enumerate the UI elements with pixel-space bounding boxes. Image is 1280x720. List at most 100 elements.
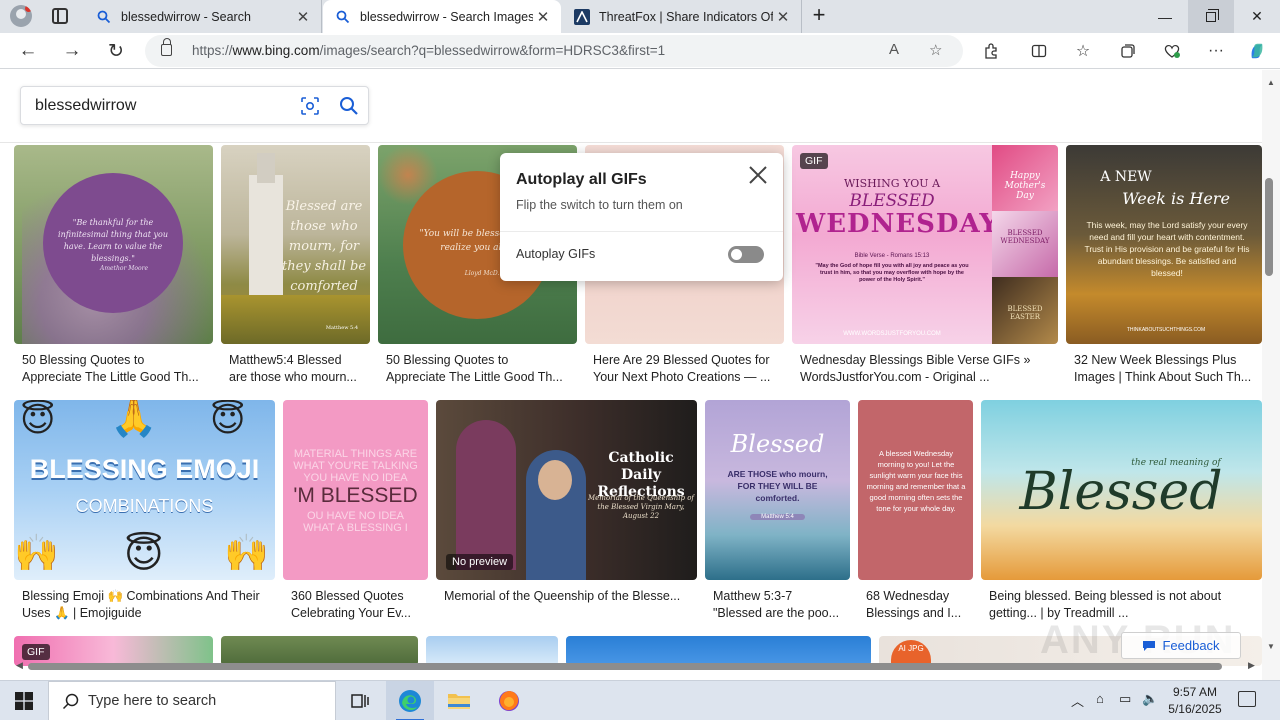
result-thumbnail[interactable]: A NEW Week is Here This week, may the Lo…	[1066, 145, 1262, 344]
tab-bing-search[interactable]: blessedwirrow - Search ✕	[84, 0, 322, 33]
refresh-icon[interactable]: ↻	[103, 38, 129, 64]
tab-close-icon[interactable]: ✕	[293, 8, 313, 26]
thumbnail-ref: Matthew 5:4	[750, 514, 805, 520]
image-result[interactable]: "Be thankful for the infinitesimal thing…	[14, 145, 213, 390]
tab-close-icon[interactable]: ✕	[533, 8, 553, 26]
search-input[interactable]: blessedwirrow	[35, 97, 136, 115]
taskbar-file-explorer-app[interactable]	[435, 681, 483, 720]
taskbar-edge-app[interactable]	[386, 681, 434, 720]
image-result[interactable]: Blessed are those who mourn, for they sh…	[221, 145, 370, 390]
vertical-scrollbar[interactable]: ▲ ▼	[1262, 70, 1280, 680]
read-aloud-icon[interactable]: A	[889, 41, 899, 58]
image-result[interactable]: MATERIAL THINGS ARE WHAT YOU'RE TALKING …	[283, 400, 428, 625]
result-thumbnail[interactable]: Blessed are those who mourn, for they sh…	[221, 145, 370, 344]
autoplay-gifs-toggle[interactable]	[728, 246, 764, 263]
feedback-icon	[1143, 640, 1156, 651]
window-minimize-button[interactable]: —	[1142, 0, 1188, 33]
tab-threatfox[interactable]: ThreatFox | Share Indicators Of Compromi…	[562, 0, 802, 33]
browser-essentials-icon[interactable]	[1163, 42, 1181, 60]
result-caption[interactable]: Matthew5:4 Blessed are those who mourn...	[229, 352, 364, 386]
tab-bing-images[interactable]: blessedwirrow - Search Images ✕	[323, 0, 561, 33]
vertical-scroll-thumb[interactable]	[1265, 178, 1273, 276]
result-thumbnail[interactable]: WISHING YOU A BLESSED WEDNESDAY Bible Ve…	[792, 145, 1058, 344]
taskbar-clock[interactable]: 9:57 AM 5/16/2025	[1160, 684, 1230, 718]
horizontal-scroll-thumb[interactable]	[28, 663, 1222, 670]
image-result[interactable]: Blessed ARE THOSE who mourn, FOR THEY WI…	[705, 400, 850, 625]
browser-tab-strip: blessedwirrow - Search ✕ blessedwirrow -…	[0, 0, 1280, 33]
new-tab-plus-icon[interactable]: +	[808, 4, 830, 28]
result-caption[interactable]: Blessing Emoji 🙌 Combinations And Their U…	[22, 588, 272, 622]
tab-close-icon[interactable]: ✕	[773, 8, 793, 26]
result-caption[interactable]: Being blessed. Being blessed is not abou…	[989, 588, 1249, 622]
tray-device-icon[interactable]: ⌂	[1096, 691, 1104, 706]
search-icon[interactable]	[339, 96, 359, 116]
taskbar-search-box[interactable]: Type here to search	[48, 681, 336, 720]
favorites-icon[interactable]: ☆	[1074, 42, 1092, 60]
result-thumbnail[interactable]: "Be thankful for the infinitesimal thing…	[14, 145, 213, 344]
lock-icon[interactable]	[161, 38, 172, 56]
visual-search-icon[interactable]	[300, 96, 320, 116]
tray-overflow-chevron-icon[interactable]: ︿	[1071, 691, 1084, 710]
halo-face-emoji: 😇	[20, 401, 56, 439]
search-box[interactable]: blessedwirrow	[20, 86, 369, 125]
result-thumbnail[interactable]: Catholic Daily Reflections Memorial of t…	[436, 400, 697, 580]
windows-start-button[interactable]	[0, 681, 48, 720]
extensions-puzzle-icon[interactable]	[982, 42, 1000, 60]
network-icon[interactable]: ▭	[1119, 691, 1131, 707]
result-thumbnail[interactable]: the real meaning of Blessed	[981, 400, 1262, 580]
result-thumbnail[interactable]: A blessed Wednesday morning to you! Let …	[858, 400, 973, 580]
result-caption[interactable]: 360 Blessed Quotes Celebrating Your Ev...	[291, 588, 426, 622]
collections-icon[interactable]	[1119, 42, 1137, 60]
taskbar-search-placeholder: Type here to search	[88, 693, 217, 709]
thumbnail-verse: "May the God of hope fill you with all j…	[815, 263, 969, 283]
horizontal-scrollbar[interactable]: ◀ ▶	[16, 660, 1262, 672]
image-result[interactable]: the real meaning of Blessed Being blesse…	[981, 400, 1262, 625]
split-screen-icon[interactable]	[1030, 42, 1048, 60]
image-result[interactable]: 😇 🙏 😇 BLESSING EMOJI COMBINATIONS 🙌 😇 🙌 …	[14, 400, 275, 625]
thumbnail-quote: ARE THOSE who mourn, FOR THEY WILL BE co…	[727, 469, 828, 503]
result-thumbnail[interactable]: Blessed ARE THOSE who mourn, FOR THEY WI…	[705, 400, 850, 580]
result-caption[interactable]: Wednesday Blessings Bible Verse GIFs » Wo…	[800, 352, 1052, 386]
copilot-icon[interactable]	[1248, 42, 1266, 60]
thumbnail-heading: WISHING YOU A	[843, 177, 941, 190]
scroll-down-arrow-icon[interactable]: ▼	[1267, 642, 1275, 651]
image-result[interactable]: A NEW Week is Here This week, may the Lo…	[1066, 145, 1262, 390]
window-restore-button[interactable]	[1188, 0, 1234, 33]
more-options-icon[interactable]: ···	[1207, 42, 1225, 60]
scroll-right-arrow-icon[interactable]: ▶	[1248, 660, 1255, 671]
image-result[interactable]: WISHING YOU A BLESSED WEDNESDAY Bible Ve…	[792, 145, 1058, 390]
volume-icon[interactable]: 🔈	[1142, 691, 1158, 707]
result-caption[interactable]: 68 Wednesday Blessings and I...	[866, 588, 971, 622]
scroll-up-arrow-icon[interactable]: ▲	[1267, 78, 1275, 87]
back-arrow-icon[interactable]: ←	[15, 38, 41, 64]
url-text[interactable]: https://www.bing.com/images/search?q=ble…	[192, 43, 665, 58]
task-view-button[interactable]	[336, 681, 384, 720]
result-thumbnail[interactable]: MATERIAL THINGS ARE WHAT YOU'RE TALKING …	[283, 400, 428, 580]
result-caption[interactable]: 50 Blessing Quotes to Appreciate The Litt…	[22, 352, 207, 386]
toggle-label: Autoplay GIFs	[516, 247, 596, 261]
favorite-star-icon[interactable]: ☆	[929, 41, 942, 59]
result-thumbnail[interactable]: 😇 🙏 😇 BLESSING EMOJI COMBINATIONS 🙌 😇 🙌	[14, 400, 275, 580]
forward-arrow-icon[interactable]: →	[59, 38, 85, 64]
windows-taskbar: Type here to search ︿ ⌂ ▭ 🔈 9:57 AM 5/16…	[0, 680, 1280, 720]
tab-label: blessedwirrow - Search	[121, 9, 251, 24]
image-result[interactable]: A blessed Wednesday morning to you! Let …	[858, 400, 973, 625]
address-bar[interactable]: https://www.bing.com/images/search?q=ble…	[145, 35, 963, 67]
taskbar-firefox-app[interactable]	[485, 681, 533, 720]
result-caption[interactable]: 50 Blessing Quotes to Appreciate The Litt…	[386, 352, 571, 386]
scroll-left-arrow-icon[interactable]: ◀	[16, 660, 23, 671]
folder-icon	[448, 694, 470, 709]
result-caption[interactable]: 32 New Week Blessings Plus Images | Think…	[1074, 352, 1262, 386]
image-result[interactable]: Catholic Daily Reflections Memorial of t…	[436, 400, 697, 625]
tab-actions-icon[interactable]	[52, 8, 68, 24]
close-icon[interactable]	[746, 163, 770, 187]
folded-hands-emoji: 🙏	[110, 400, 158, 439]
result-caption[interactable]: Memorial of the Queenship of the Blesse.…	[444, 588, 694, 605]
notification-center-icon[interactable]	[1238, 691, 1256, 707]
feedback-button[interactable]: Feedback	[1121, 632, 1241, 659]
thumbnail-quote: Blessed are those who mourn, for they sh…	[281, 199, 367, 294]
result-caption[interactable]: Matthew 5:3-7 "Blessed are the poo...	[713, 588, 848, 622]
result-caption[interactable]: Here Are 29 Blessed Quotes for Your Next …	[593, 352, 778, 386]
profile-avatar-icon[interactable]	[10, 5, 32, 27]
window-close-button[interactable]: ✕	[1234, 0, 1280, 33]
